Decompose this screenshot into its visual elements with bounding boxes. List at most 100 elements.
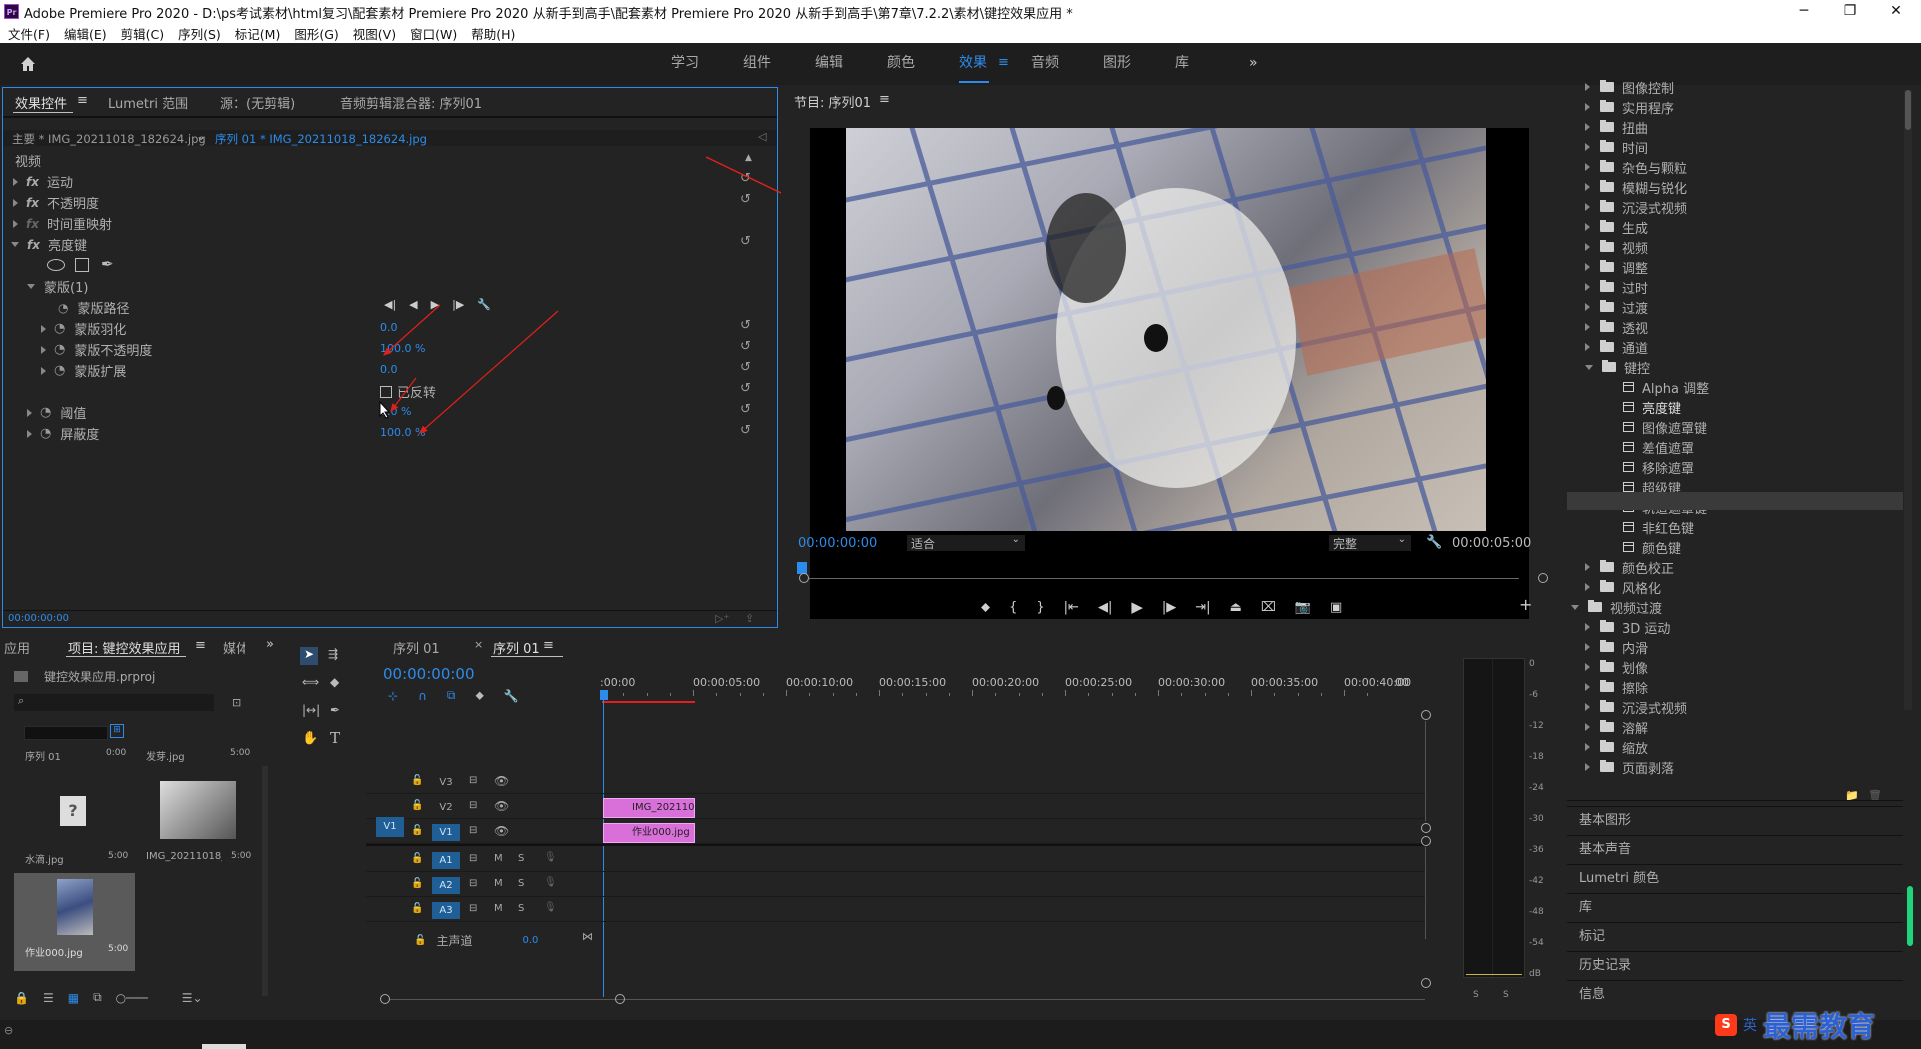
effect-item[interactable]: 图像遮罩键 — [1585, 417, 1885, 437]
solo-left[interactable]: S — [1473, 990, 1479, 1000]
effect-item[interactable]: 亮度键 — [1585, 397, 1885, 417]
timeline-tab-2[interactable]: 序列 01 — [493, 638, 540, 657]
razor-tool-icon[interactable]: ◆ — [330, 675, 339, 689]
effect-category[interactable]: 扭曲 — [1585, 117, 1885, 137]
timeline-settings-icon[interactable]: 🔧 — [504, 689, 519, 703]
effect-category[interactable]: 杂色与颗粒 — [1585, 157, 1885, 177]
expand-icon[interactable] — [1585, 643, 1590, 651]
transition-category[interactable]: 擦除 — [1585, 677, 1885, 697]
transition-category[interactable]: 划像 — [1585, 657, 1885, 677]
sort-icon[interactable]: ☰⌄ — [182, 991, 203, 1005]
panel-markers[interactable]: 标记 — [1567, 922, 1903, 951]
dog-thumbnail[interactable] — [160, 781, 236, 839]
expand-icon[interactable] — [1585, 283, 1590, 291]
panel-libraries[interactable]: 库 — [1567, 893, 1903, 922]
sync-lock-icon[interactable]: ⊟ — [469, 800, 477, 811]
effect-category[interactable]: 键控 — [1585, 357, 1885, 377]
effect-category[interactable]: 时间 — [1585, 137, 1885, 157]
effect-category[interactable]: 图像控制 — [1585, 77, 1885, 97]
effect-category[interactable]: 通道 — [1585, 337, 1885, 357]
transition-category[interactable]: 溶解 — [1585, 717, 1885, 737]
hand-tool-icon[interactable]: ✋ — [302, 731, 318, 746]
microphone-icon[interactable]: 🎙 — [544, 852, 557, 863]
mark-in-icon[interactable]: { — [1009, 600, 1017, 615]
zoom-scrollbar[interactable] — [809, 578, 1519, 579]
panel-essential-graphics[interactable]: 基本图形 — [1567, 806, 1903, 835]
lock-icon[interactable]: 🔓 — [411, 800, 423, 811]
panel-menu-icon[interactable]: ≡ — [195, 638, 206, 653]
expand-icon[interactable] — [1585, 183, 1590, 191]
item-name[interactable]: 序列 01 — [25, 748, 61, 763]
transition-category[interactable]: 沉浸式视频 — [1585, 697, 1885, 717]
vertical-scrollbar[interactable] — [1425, 847, 1426, 939]
transition-category[interactable]: 页面剥落 — [1585, 757, 1885, 777]
clip-v1[interactable]: 作业000.jpg — [603, 823, 695, 843]
expand-icon[interactable] — [1585, 583, 1590, 591]
vertical-zoom-handle[interactable] — [1421, 978, 1431, 988]
ripple-edit-tool-icon[interactable]: ⟺ — [302, 675, 319, 689]
transition-category[interactable]: 内滑 — [1585, 637, 1885, 657]
item-name[interactable]: IMG_20211018_... — [146, 851, 222, 862]
panel-menu-icon[interactable]: ≡ — [543, 638, 554, 653]
step-forward-icon[interactable]: |▶ — [1162, 600, 1176, 615]
lock-icon[interactable]: 🔓 — [411, 903, 423, 914]
go-to-in-icon[interactable]: |⇤ — [1064, 600, 1079, 615]
clip-v2[interactable]: IMG_202110 — [603, 798, 695, 818]
sync-lock-icon[interactable]: ⊟ — [469, 775, 477, 786]
linked-selection-icon[interactable]: ⧉ — [447, 688, 456, 703]
expand-icon[interactable] — [1585, 763, 1590, 771]
freeform-view-icon[interactable]: ⧉ — [93, 990, 102, 1005]
source-patch-v1[interactable]: V1 — [376, 817, 404, 837]
mute-button[interactable]: M — [494, 878, 503, 889]
playhead-timecode[interactable]: 00:00:00:00 — [798, 536, 877, 551]
vertical-zoom-handle[interactable] — [1421, 836, 1431, 846]
solo-right[interactable]: S — [1503, 990, 1509, 1000]
expand-icon[interactable] — [1585, 143, 1590, 151]
effect-category[interactable]: 视频 — [1585, 237, 1885, 257]
collapse-arrow-icon[interactable] — [1571, 604, 1579, 610]
list-view-icon[interactable]: ☰ — [43, 991, 54, 1005]
item-name[interactable]: 水滴.jpg — [25, 851, 64, 866]
vertical-scrollbar[interactable] — [1425, 721, 1426, 821]
eye-icon[interactable]: 👁 — [494, 799, 509, 813]
eye-icon[interactable]: 👁 — [494, 824, 509, 838]
project-scrollbar[interactable] — [262, 766, 268, 996]
panel-lumetri-color[interactable]: Lumetri 颜色 — [1567, 864, 1903, 893]
expand-icon[interactable] — [1585, 723, 1590, 731]
transition-category[interactable]: 缩放 — [1585, 737, 1885, 757]
transition-category[interactable]: 3D 运动 — [1585, 617, 1885, 637]
microphone-icon[interactable]: 🎙 — [544, 902, 557, 913]
master-track-value[interactable]: 0.0 — [522, 935, 538, 946]
add-marker-icon[interactable]: ⬥ — [475, 688, 483, 703]
lock-icon[interactable]: 🔓 — [411, 825, 423, 836]
mute-button[interactable]: M — [494, 903, 503, 914]
effect-category[interactable]: 风格化 — [1585, 577, 1885, 597]
button-editor-icon[interactable]: + — [1519, 595, 1532, 614]
horizontal-scrollbar[interactable] — [390, 999, 1425, 1000]
panel-history[interactable]: 历史记录 — [1567, 951, 1903, 980]
effect-category[interactable]: 生成 — [1585, 217, 1885, 237]
icon-view-icon[interactable]: ▦ — [68, 991, 79, 1005]
effect-item[interactable]: 差值遮罩 — [1585, 437, 1885, 457]
effect-category[interactable]: 模糊与锐化 — [1585, 177, 1885, 197]
vertical-zoom-handle[interactable] — [1421, 710, 1431, 720]
panel-essential-sound[interactable]: 基本声音 — [1567, 835, 1903, 864]
horizontal-zoom-handle[interactable] — [380, 994, 390, 1004]
horizontal-zoom-handle[interactable] — [615, 994, 625, 1004]
track-target[interactable]: A2 — [432, 877, 460, 894]
timeline-ruler[interactable]: :00:00 00:00:05:00 00:00:10:00 00:00:15:00 0… — [600, 676, 1420, 696]
settings-wrench-icon[interactable]: 🔧 — [1426, 535, 1442, 550]
panel-menu-icon[interactable]: ≡ — [879, 92, 890, 107]
track-target[interactable]: A3 — [432, 902, 460, 919]
lock-icon[interactable]: 🔓 — [411, 853, 423, 864]
expand-icon[interactable] — [1585, 563, 1590, 571]
transitions-folder[interactable]: 视频过渡 — [1571, 597, 1885, 617]
nest-icon[interactable]: ⊹ — [388, 689, 398, 703]
sync-lock-icon[interactable]: ⊟ — [469, 853, 477, 864]
extract-icon[interactable]: ⌧ — [1261, 600, 1276, 615]
effect-item[interactable]: 非红色键 — [1585, 517, 1885, 537]
eye-icon[interactable]: 👁 — [494, 774, 509, 788]
selected-item-highlight[interactable]: 作业000.jpg 5:00 — [14, 873, 135, 971]
effect-category[interactable]: 过时 — [1585, 277, 1885, 297]
track-select-tool-icon[interactable]: ⇶ — [328, 647, 338, 661]
